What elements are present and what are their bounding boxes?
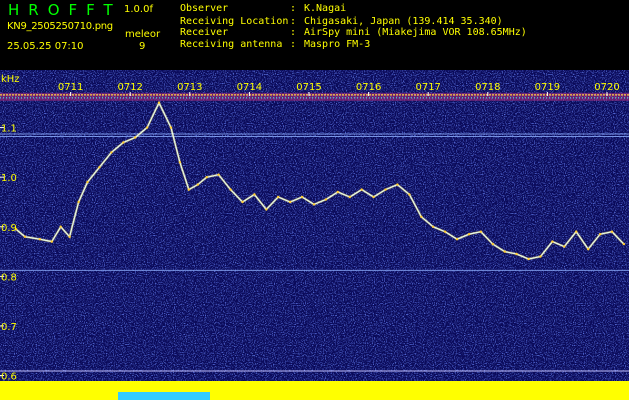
trace-point xyxy=(503,250,506,253)
info-row-antenna: Receiving antenna: Maspro FM-3 xyxy=(180,39,371,50)
app-title: HROFFT xyxy=(8,1,122,19)
trace-point xyxy=(420,215,423,218)
info-label: Receiving antenna xyxy=(180,39,283,50)
trace-point xyxy=(110,151,113,154)
info-value: Chigasaki, Japan (139.414 35.340) xyxy=(304,16,503,27)
trace-point xyxy=(563,245,566,248)
trace-point xyxy=(575,230,578,233)
info-value: K.Nagai xyxy=(304,3,347,14)
trace-point xyxy=(610,230,614,233)
spectrogram-svg: 0711 0712 0713 0714 0715 0716 0717 0718 0719 0720… xyxy=(0,70,629,400)
trace-point xyxy=(229,188,232,191)
trace-point xyxy=(205,176,208,179)
header: HROFFT 1.0.0f KN9_2505250710.png meleor … xyxy=(0,0,629,70)
x-tick-label: 0711 xyxy=(58,82,83,93)
x-tick-label: 0713 xyxy=(177,82,202,93)
trace-point xyxy=(348,195,351,199)
trace-point xyxy=(539,255,542,258)
x-tick-label: 0719 xyxy=(535,82,560,93)
trace-point xyxy=(396,183,399,186)
trace-point xyxy=(23,235,27,238)
trace-point xyxy=(145,126,149,129)
y-tick-label: 0.9 xyxy=(1,223,17,234)
filename-label: KN9_2505250710.png xyxy=(7,21,113,32)
trace-point xyxy=(77,200,80,204)
x-tick-label: 0718 xyxy=(475,82,500,93)
trace-point xyxy=(253,193,256,196)
trace-point xyxy=(134,136,137,139)
trace-point xyxy=(479,230,483,233)
trace-point xyxy=(178,161,182,164)
spectrogram-plot: 0711 0712 0713 0714 0715 0716 0717 0718 0719 0720… xyxy=(0,70,629,400)
x-tick-label: 0712 xyxy=(117,82,142,93)
trace-point xyxy=(598,233,602,236)
version-label: 1.0.0f xyxy=(124,4,153,15)
x-tick-label: 0714 xyxy=(237,82,262,93)
info-label: Observer xyxy=(180,3,229,14)
trace-point xyxy=(336,190,339,194)
signal-bar-fill xyxy=(0,381,629,400)
trace-point xyxy=(241,200,244,204)
info-value: Maspro FM-3 xyxy=(304,39,371,50)
carrier-band xyxy=(0,92,629,101)
info-row-observer: Observer: K.Nagai xyxy=(180,3,347,14)
trace-point xyxy=(187,188,190,191)
trace-point xyxy=(360,188,363,191)
trace-point xyxy=(157,101,161,104)
y-tick-label: 0.7 xyxy=(1,322,17,333)
datetime-label: 25.05.25 07:10 xyxy=(7,41,84,52)
trace-point xyxy=(587,247,590,251)
trace-point xyxy=(289,200,292,204)
trace-point xyxy=(551,240,554,243)
noise-layer-bright xyxy=(0,70,629,400)
trace-point xyxy=(324,198,328,201)
trace-point xyxy=(491,242,494,246)
trace-point xyxy=(515,252,518,256)
trace-point xyxy=(408,193,411,196)
trace-point xyxy=(265,208,268,211)
trace-point xyxy=(527,257,530,261)
trace-point xyxy=(169,126,173,129)
trace-point xyxy=(300,195,304,199)
trace-point xyxy=(122,141,125,144)
y-axis-unit: kHz xyxy=(1,74,20,85)
x-tick-label: 0717 xyxy=(415,82,440,93)
y-tick-label: 0.6 xyxy=(1,372,17,383)
x-tick-label: 0715 xyxy=(296,82,321,93)
trace-point xyxy=(384,188,387,191)
trace-point xyxy=(98,166,101,169)
trace-point xyxy=(50,240,53,243)
mode-label: meleor xyxy=(125,29,161,40)
y-tick-label: 1.1 xyxy=(1,124,17,135)
signal-bar-dip xyxy=(118,392,210,400)
x-tick-label: 0720 xyxy=(594,82,619,93)
trace-point xyxy=(38,238,41,241)
trace-point xyxy=(622,242,626,246)
trace-point xyxy=(217,173,220,176)
count-label: 9 xyxy=(139,41,146,52)
trace-point xyxy=(86,180,89,184)
trace-point xyxy=(467,233,471,236)
trace-point xyxy=(277,195,280,199)
y-tick-label: 0.8 xyxy=(1,272,17,283)
info-row-receiver: Receiver: AirSpy mini (Miakejima VOR 108.… xyxy=(180,27,527,38)
trace-point xyxy=(455,238,459,241)
trace-point xyxy=(312,203,316,206)
trace-point xyxy=(59,225,62,228)
trace-point xyxy=(443,230,447,233)
y-tick-label: 1.0 xyxy=(1,173,17,184)
trace-point xyxy=(372,195,375,199)
trace-point xyxy=(196,183,199,186)
info-label: Receiver xyxy=(180,27,229,38)
info-value: AirSpy mini (Miakejima VOR 108.65MHz) xyxy=(304,27,527,38)
trace-point xyxy=(432,225,435,228)
trace-point xyxy=(68,235,71,238)
x-tick-label: 0716 xyxy=(356,82,381,93)
